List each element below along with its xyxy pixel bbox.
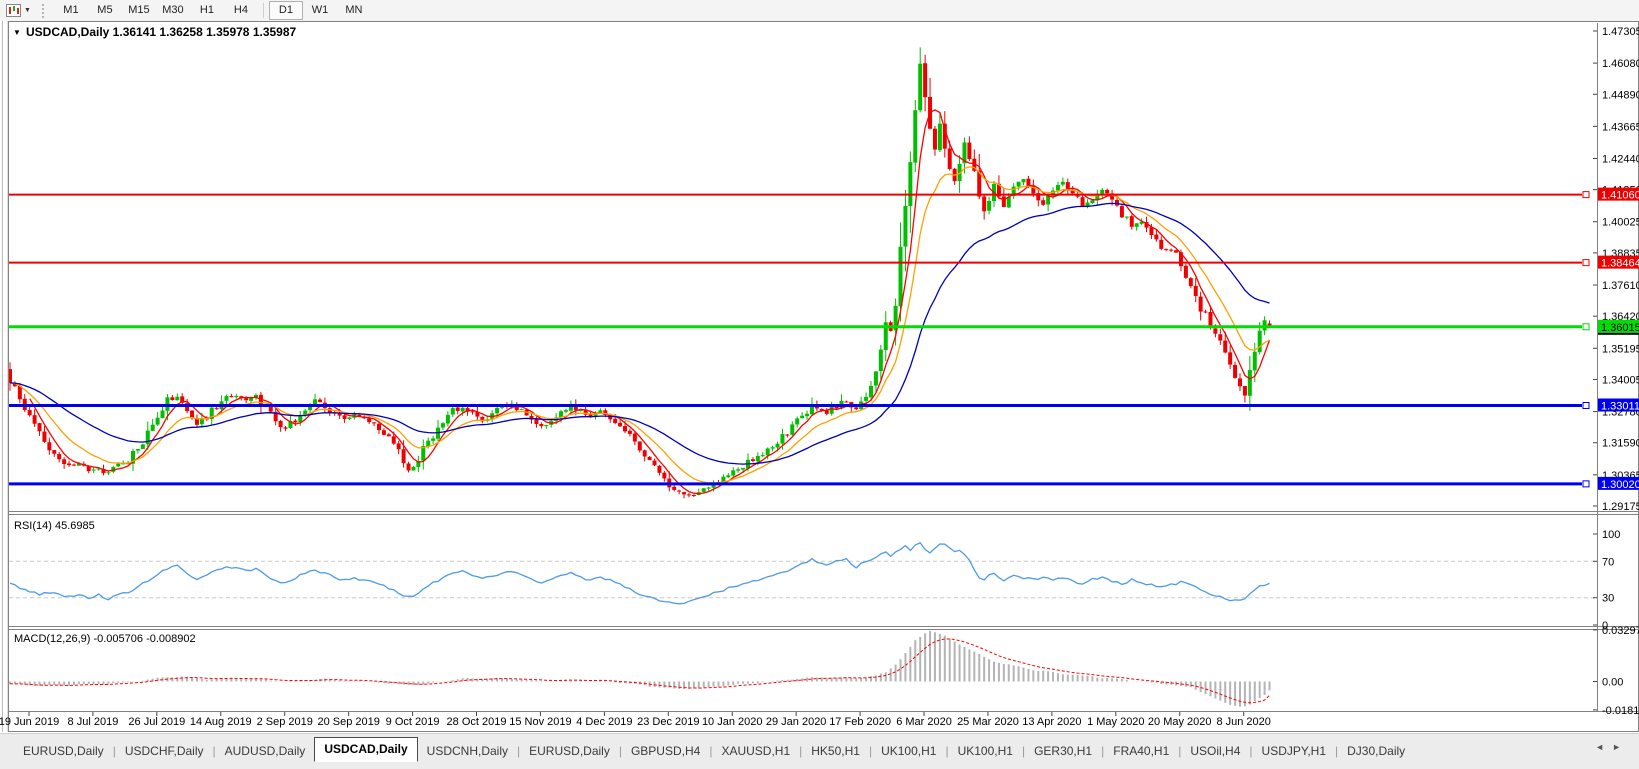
price-tick: 1.47305	[1602, 26, 1639, 38]
timeframe-button-m5[interactable]: M5	[88, 1, 122, 20]
timeframe-button-mn[interactable]: MN	[337, 1, 371, 20]
rsi-indicator-label: RSI(14) 45.6985	[14, 520, 95, 532]
toolbar-grip[interactable]	[41, 3, 48, 18]
date-tick: 25 Mar 2020	[957, 716, 1019, 728]
timeframe-toolbar: ▼ M1 M5 M15 M30 H1 H4 D1 W1 MN	[0, 0, 1639, 22]
hline-marker	[1582, 402, 1590, 410]
date-tick: 6 Mar 2020	[896, 716, 952, 728]
date-tick: 23 Dec 2019	[637, 716, 699, 728]
date-tick: 1 May 2020	[1087, 716, 1144, 728]
price-tick: 1.40025	[1602, 217, 1639, 229]
macd-indicator-label: MACD(12,26,9) -0.005706 -0.008902	[14, 633, 196, 645]
date-tick: 20 May 2020	[1148, 716, 1212, 728]
price-tick: 1.42440	[1602, 153, 1639, 165]
date-tick: 10 Jan 2020	[702, 716, 763, 728]
timeframe-buttons: M1 M5 M15 M30 H1 H4 D1 W1 MN	[54, 1, 371, 20]
svg-text:30: 30	[1602, 593, 1614, 605]
date-tick: 20 Sep 2019	[317, 716, 379, 728]
tab-uk100-h1[interactable]: UK100,H1	[949, 741, 1022, 762]
date-tick: 13 Apr 2020	[1022, 716, 1081, 728]
candlestick-chart-icon	[6, 4, 21, 17]
dropdown-arrow-icon: ▼	[24, 7, 31, 14]
timeframe-button-m15[interactable]: M15	[122, 1, 156, 20]
date-tick: 26 Jul 2019	[128, 716, 185, 728]
tab-fra40-h1[interactable]: FRA40,H1	[1104, 741, 1178, 762]
symbol-dropdown-icon[interactable]: ▼	[13, 28, 21, 37]
tab-usdjpy-h1[interactable]: USDJPY,H1	[1253, 741, 1335, 762]
trading-terminal: ▼ M1M5M15M30H1H4D1W1MN 10070300 0.032972…	[0, 0, 1639, 769]
price-tick: 1.46080	[1602, 58, 1639, 70]
date-tick: 19 Jun 2019	[0, 716, 59, 728]
hline-marker	[1582, 259, 1590, 267]
tab-hk50-h1[interactable]: HK50,H1	[802, 741, 869, 762]
date-tick: 28 Oct 2019	[447, 716, 507, 728]
price-tick: 1.37610	[1602, 280, 1639, 292]
svg-text:1.30020: 1.30020	[1601, 479, 1639, 491]
tab-audusd-daily[interactable]: AUDUSD,Daily	[216, 741, 315, 762]
svg-text:1.38464: 1.38464	[1601, 258, 1639, 270]
svg-text:0.00: 0.00	[1602, 677, 1623, 689]
chart-window: 10070300 0.0329720.00-0.01815 1.473051.4…	[0, 21, 1639, 733]
price-tick: 1.31590	[1602, 438, 1639, 450]
chart-canvas[interactable]: 10070300 0.0329720.00-0.01815 1.473051.4…	[0, 21, 1639, 733]
tab-usdcnh-daily[interactable]: USDCNH,Daily	[418, 741, 517, 762]
chart-title: USDCAD,Daily 1.36141 1.36258 1.35978 1.3…	[26, 25, 297, 39]
svg-text:1.36015: 1.36015	[1601, 322, 1639, 334]
hline-marker	[1582, 191, 1590, 199]
tab-scroll-right-icon[interactable]: ►	[1612, 742, 1629, 752]
date-tick: 14 Aug 2019	[190, 716, 252, 728]
hline-marker	[1582, 480, 1590, 488]
date-tick: 15 Nov 2019	[509, 716, 571, 728]
price-tick: 1.34005	[1602, 374, 1639, 386]
tab-eurusd-daily[interactable]: EURUSD,Daily	[520, 741, 619, 762]
date-tick: 8 Jul 2019	[68, 716, 119, 728]
timeframe-button-m1[interactable]: M1	[54, 1, 88, 20]
tab-ger30-h1[interactable]: GER30,H1	[1025, 741, 1101, 762]
svg-text:0.032972: 0.032972	[1602, 625, 1639, 637]
tab-dj30-daily[interactable]: DJ30,Daily	[1338, 741, 1414, 762]
chart-tab-bar: EURUSD,Daily | USDCHF,Daily | AUDUSD,Daily US…	[0, 733, 1639, 769]
svg-text:-0.01815: -0.01815	[1602, 705, 1639, 717]
date-tick: 17 Feb 2020	[829, 716, 891, 728]
tab-eurusd-daily[interactable]: EURUSD,Daily	[14, 741, 113, 762]
tab-scroll-arrows: ◄►	[1595, 742, 1629, 752]
svg-text:1.41060: 1.41060	[1601, 190, 1639, 202]
tab-uk100-h1[interactable]: UK100,H1	[872, 741, 945, 762]
price-tick: 1.43665	[1602, 121, 1639, 133]
date-tick: 9 Oct 2019	[386, 716, 440, 728]
tab-gbpusd-h4[interactable]: GBPUSD,H4	[622, 741, 709, 762]
chart-frame	[0, 21, 1639, 733]
timeframe-button-h4[interactable]: H4	[224, 1, 258, 20]
tab-usoil-h4[interactable]: USOil,H4	[1181, 741, 1249, 762]
date-tick: 29 Jan 2020	[766, 716, 827, 728]
tab-usdchf-daily[interactable]: USDCHF,Daily	[116, 741, 213, 762]
svg-text:1.33011: 1.33011	[1601, 401, 1639, 413]
date-tick: 4 Dec 2019	[576, 716, 632, 728]
svg-text:70: 70	[1602, 556, 1614, 568]
timeframe-button-d1[interactable]: D1	[268, 1, 303, 20]
price-tick: 1.44890	[1602, 89, 1639, 101]
price-tick: 1.29175	[1602, 501, 1639, 513]
tab-usdcad-daily[interactable]: USDCAD,Daily	[314, 737, 418, 762]
hline-marker	[1582, 323, 1590, 331]
tab-scroll-left-icon[interactable]: ◄	[1595, 742, 1612, 752]
price-tick: 1.35195	[1602, 343, 1639, 355]
date-tick: 2 Sep 2019	[257, 716, 313, 728]
toolbar-separator	[262, 3, 264, 18]
tab-xauusd-h1[interactable]: XAUUSD,H1	[712, 741, 799, 762]
timeframe-button-m30[interactable]: M30	[156, 1, 190, 20]
charts-toolbar-button[interactable]: ▼	[3, 3, 34, 18]
timeframe-button-w1[interactable]: W1	[303, 1, 337, 20]
timeframe-button-h1[interactable]: H1	[190, 1, 224, 20]
chart-tabs: EURUSD,Daily | USDCHF,Daily | AUDUSD,Daily US…	[14, 737, 1414, 762]
date-tick: 8 Jun 2020	[1216, 716, 1270, 728]
svg-text:100: 100	[1602, 529, 1620, 541]
